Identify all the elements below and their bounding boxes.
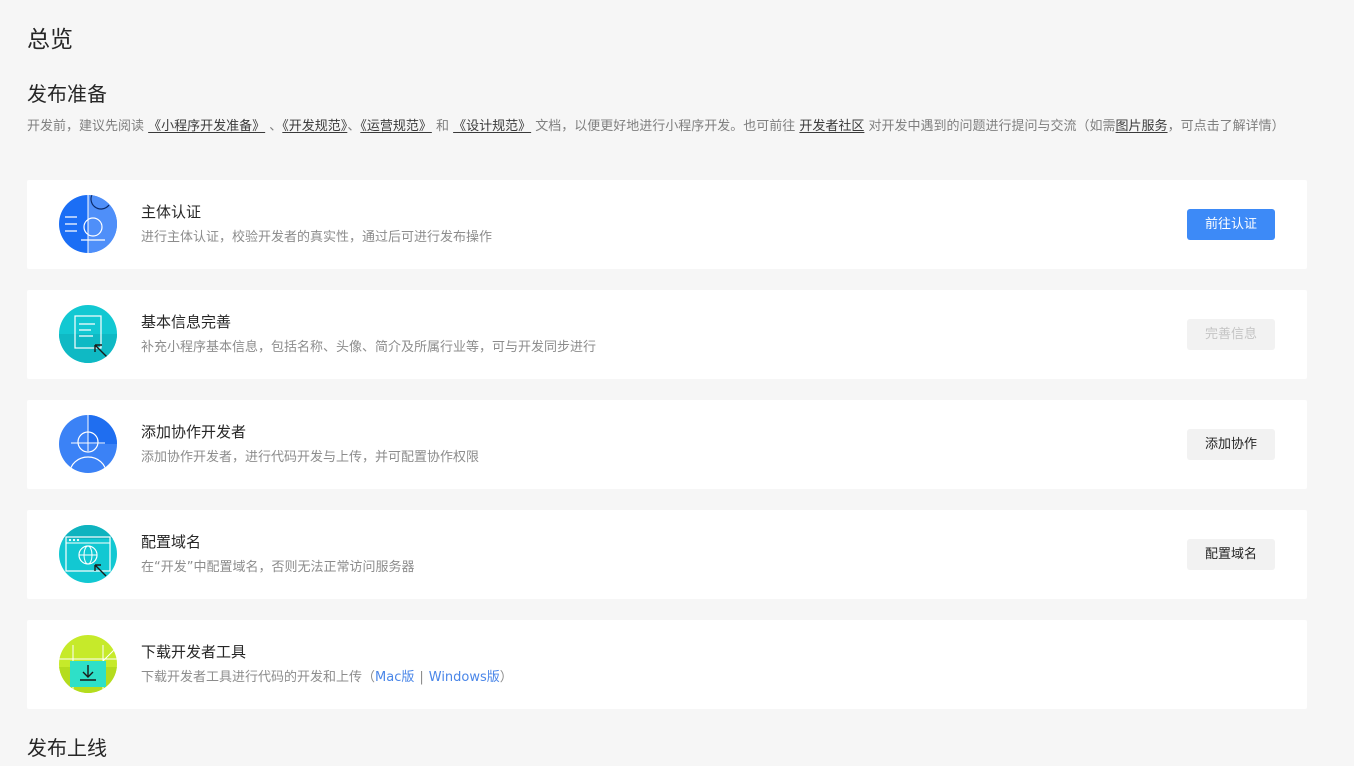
step-card-collaborator: 添加协作开发者 添加协作开发者，进行代码开发与上传，并可配置协作权限 添加协作 [27, 400, 1307, 489]
prepare-intro: 开发前，建议先阅读 《小程序开发准备》 、《开发规范》、《运营规范》 和 《设计… [27, 116, 1307, 137]
page-title: 总览 [27, 27, 73, 53]
step-title: 基本信息完善 [141, 313, 232, 331]
intro-text: 对开发中遇到的问题进行提问与交流（如需 [864, 119, 1116, 134]
download-tool-icon [59, 635, 117, 693]
intro-text: ，可点击了解详情） [1167, 119, 1285, 134]
step-card-domain: 配置域名 在“开发”中配置域名，否则无法正常访问服务器 配置域名 [27, 510, 1307, 599]
complete-info-button[interactable]: 完善信息 [1187, 319, 1275, 350]
go-verify-button[interactable]: 前往认证 [1187, 209, 1275, 240]
intro-text: 、 [265, 119, 283, 134]
intro-text: 、 [347, 119, 361, 134]
download-mac-link[interactable]: Mac版 [375, 670, 414, 685]
intro-text: 开发前，建议先阅读 [27, 119, 149, 134]
basic-info-icon [59, 305, 117, 363]
intro-text: 和 [431, 119, 454, 134]
domain-globe-icon [59, 525, 117, 583]
link-separator: | [419, 670, 424, 685]
section-title-publish: 发布上线 [27, 736, 107, 760]
collaborator-icon [59, 415, 117, 473]
add-collaborator-button[interactable]: 添加协作 [1187, 429, 1275, 460]
doc-link-ops-spec[interactable]: 《运营规范》 [360, 119, 432, 134]
desc-text: ） [499, 670, 513, 685]
doc-link-dev-spec[interactable]: 《开发规范》 [282, 119, 347, 134]
step-desc: 补充小程序基本信息，包括名称、头像、简介及所属行业等，可与开发同步进行 [141, 340, 597, 355]
download-windows-link[interactable]: Windows版 [429, 670, 500, 685]
desc-text: 下载开发者工具进行代码的开发和上传（ [141, 670, 376, 685]
community-link[interactable]: 开发者社区 [799, 119, 864, 134]
section-title-prepare: 发布准备 [27, 82, 107, 106]
step-card-basic-info: 基本信息完善 补充小程序基本信息，包括名称、头像、简介及所属行业等，可与开发同步… [27, 290, 1307, 379]
configure-domain-button[interactable]: 配置域名 [1187, 539, 1275, 570]
step-desc: 添加协作开发者，进行代码开发与上传，并可配置协作权限 [141, 450, 480, 465]
intro-text: 文档，以便更好地进行小程序开发。也可前往 [531, 119, 800, 134]
doc-link-design-spec[interactable]: 《设计规范》 [453, 119, 531, 134]
step-desc: 下载开发者工具进行代码的开发和上传（Mac版 | Windows版） [141, 669, 513, 687]
step-desc: 进行主体认证，校验开发者的真实性，通过后可进行发布操作 [141, 230, 493, 245]
identity-verify-icon [59, 195, 117, 253]
step-card-identity: 主体认证 进行主体认证，校验开发者的真实性，通过后可进行发布操作 前往认证 [27, 180, 1307, 269]
step-title: 主体认证 [141, 203, 202, 221]
image-service-link[interactable]: 图片服务 [1116, 119, 1168, 134]
step-title: 下载开发者工具 [141, 643, 247, 661]
step-desc: 在“开发”中配置域名，否则无法正常访问服务器 [141, 560, 415, 575]
doc-link-dev-prep[interactable]: 《小程序开发准备》 [148, 119, 265, 134]
step-title: 配置域名 [141, 533, 202, 551]
overview-page: 总览 发布准备 开发前，建议先阅读 《小程序开发准备》 、《开发规范》、《运营规… [0, 0, 1354, 766]
step-title: 添加协作开发者 [141, 423, 247, 441]
step-card-download-tool: 下载开发者工具 下载开发者工具进行代码的开发和上传（Mac版 | Windows版） [27, 620, 1307, 709]
